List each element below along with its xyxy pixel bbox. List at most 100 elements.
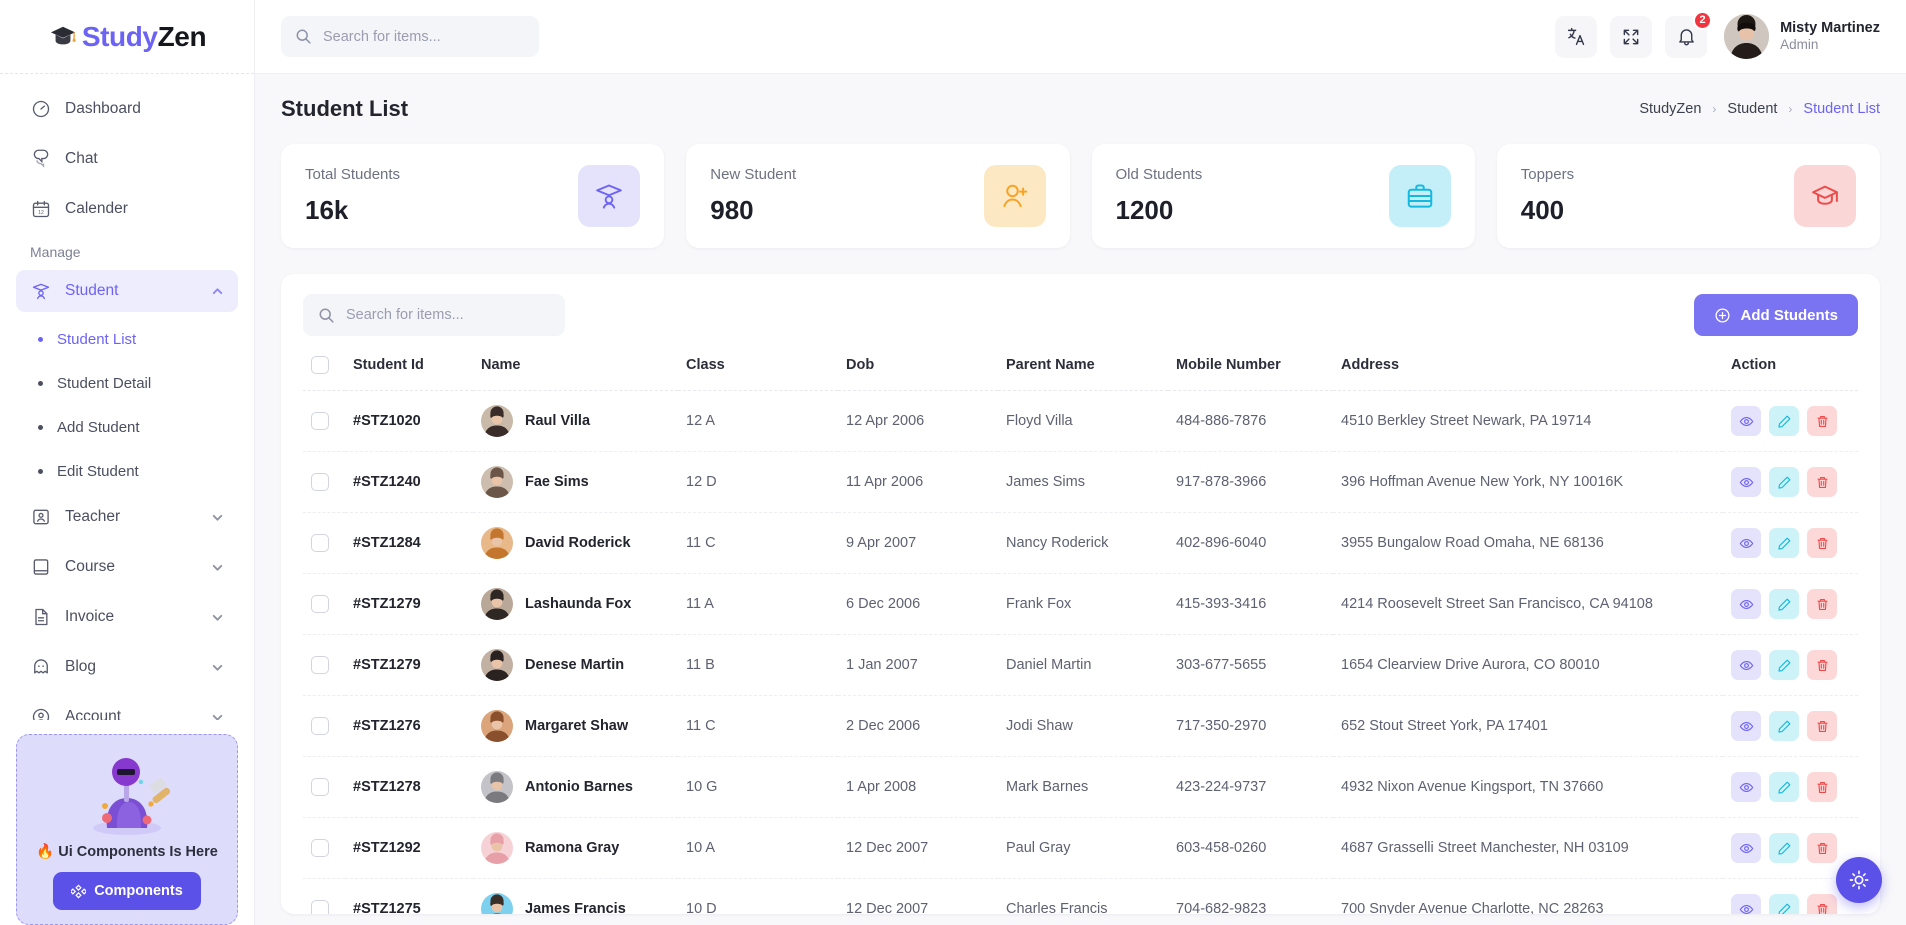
sidebar-subitem-add-student[interactable]: Add Student <box>16 408 238 446</box>
column-header-dob[interactable]: Dob <box>838 356 998 391</box>
stat-card-new-student: New Student 980 <box>686 144 1070 248</box>
notifications-button[interactable]: 2 <box>1665 10 1713 58</box>
delete-button[interactable] <box>1807 406 1837 436</box>
cell-student-id: #STZ1020 <box>345 390 473 452</box>
edit-button[interactable] <box>1769 833 1799 863</box>
edit-button[interactable] <box>1769 772 1799 802</box>
edit-button[interactable] <box>1769 406 1799 436</box>
cell-mobile-number: 303-677-5655 <box>1168 634 1333 696</box>
cell-class: 10 A <box>678 817 838 879</box>
view-button[interactable] <box>1731 772 1761 802</box>
row-checkbox[interactable] <box>311 473 329 491</box>
row-checkbox[interactable] <box>311 778 329 796</box>
row-checkbox[interactable] <box>311 656 329 674</box>
sidebar-item-course[interactable]: Course <box>16 546 238 588</box>
delete-button[interactable] <box>1807 589 1837 619</box>
sidebar-subitem-student-list[interactable]: Student List <box>16 320 238 358</box>
eye-icon <box>1739 477 1753 487</box>
components-button[interactable]: Components <box>53 872 201 910</box>
view-button[interactable] <box>1731 467 1761 497</box>
table-search-input[interactable]: Search for items... <box>303 294 565 336</box>
edit-button[interactable] <box>1769 650 1799 680</box>
sidebar-subitem-student-detail[interactable]: Student Detail <box>16 364 238 402</box>
delete-button[interactable] <box>1807 711 1837 741</box>
row-checkbox[interactable] <box>311 717 329 735</box>
sun-theme-icon <box>1849 870 1869 890</box>
row-checkbox[interactable] <box>311 595 329 613</box>
stat-label: New Student <box>710 166 797 183</box>
cell-dob: 9 Apr 2007 <box>838 512 998 574</box>
pencil-icon <box>1777 537 1790 550</box>
pencil-icon <box>1777 598 1790 611</box>
student-table: Student Id Name Class Dob Parent Name Mo… <box>303 356 1858 914</box>
pencil-icon <box>1777 842 1790 855</box>
row-select-cell <box>303 756 345 818</box>
edit-button[interactable] <box>1769 894 1799 914</box>
breadcrumb-item-home[interactable]: StudyZen <box>1639 101 1701 117</box>
row-checkbox[interactable] <box>311 900 329 914</box>
logo-container[interactable]: StudyZen <box>0 0 254 74</box>
delete-button[interactable] <box>1807 650 1837 680</box>
column-header-address[interactable]: Address <box>1333 356 1723 391</box>
delete-button[interactable] <box>1807 528 1837 558</box>
column-header-parent-name[interactable]: Parent Name <box>998 356 1168 391</box>
sidebar-item-blog[interactable]: Blog <box>16 646 238 688</box>
view-button[interactable] <box>1731 711 1761 741</box>
delete-button[interactable] <box>1807 833 1837 863</box>
edit-button[interactable] <box>1769 467 1799 497</box>
fullscreen-button[interactable] <box>1610 15 1653 58</box>
row-checkbox[interactable] <box>311 412 329 430</box>
delete-button[interactable] <box>1807 894 1837 914</box>
edit-button[interactable] <box>1769 711 1799 741</box>
theme-toggle-button[interactable] <box>1836 857 1882 903</box>
cell-address: 3955 Bungalow Road Omaha, NE 68136 <box>1333 512 1723 574</box>
column-header-name[interactable]: Name <box>473 356 678 391</box>
brand-logo[interactable]: StudyZen <box>48 21 207 53</box>
user-menu[interactable]: Misty Martinez Admin <box>1724 14 1880 59</box>
column-header-class[interactable]: Class <box>678 356 838 391</box>
delete-button[interactable] <box>1807 772 1837 802</box>
language-translate-button[interactable] <box>1555 15 1598 58</box>
column-header-mobile-number[interactable]: Mobile Number <box>1168 356 1333 391</box>
sidebar-subitem-edit-student[interactable]: Edit Student <box>16 452 238 490</box>
eye-icon <box>1739 660 1753 670</box>
cell-student-id: #STZ1275 <box>345 878 473 914</box>
sidebar-item-account[interactable]: Account <box>16 696 238 720</box>
table-row: #STZ1020 Raul Villa 12 A 12 Apr 2006 Flo… <box>303 390 1858 452</box>
cell-dob: 12 Dec 2007 <box>838 817 998 879</box>
select-all-checkbox[interactable] <box>311 356 329 374</box>
view-button[interactable] <box>1731 833 1761 863</box>
global-search-input[interactable]: Search for items... <box>281 16 539 57</box>
view-button[interactable] <box>1731 528 1761 558</box>
view-button[interactable] <box>1731 650 1761 680</box>
row-checkbox[interactable] <box>311 534 329 552</box>
trash-icon <box>1817 781 1827 793</box>
view-button[interactable] <box>1731 589 1761 619</box>
delete-button[interactable] <box>1807 467 1837 497</box>
add-students-button[interactable]: Add Students <box>1693 294 1858 336</box>
table-toolbar: Search for items... Add Students <box>303 294 1858 336</box>
dashboard-gauge-icon <box>30 99 51 120</box>
sidebar-item-chat[interactable]: Chat <box>16 138 238 180</box>
view-button[interactable] <box>1731 894 1761 914</box>
column-header-student-id[interactable]: Student Id <box>345 356 473 391</box>
promo-illustration <box>27 747 227 841</box>
sidebar-item-teacher[interactable]: Teacher <box>16 496 238 538</box>
sidebar-item-dashboard[interactable]: Dashboard <box>16 88 238 130</box>
sidebar-item-label: Course <box>65 558 115 575</box>
cell-class: 11 C <box>678 512 838 574</box>
sidebar-item-label: Student <box>65 282 119 299</box>
breadcrumb-item-student[interactable]: Student <box>1727 101 1777 117</box>
stat-label: Total Students <box>305 166 401 183</box>
sidebar-item-invoice[interactable]: Invoice <box>16 596 238 638</box>
view-button[interactable] <box>1731 406 1761 436</box>
edit-button[interactable] <box>1769 589 1799 619</box>
sidebar-item-calender[interactable]: 12 Calender <box>16 188 238 230</box>
edit-button[interactable] <box>1769 528 1799 558</box>
row-checkbox[interactable] <box>311 839 329 857</box>
bullet-dot-icon <box>38 468 43 474</box>
translate-icon <box>1567 27 1584 46</box>
chevron-down-icon <box>212 564 223 571</box>
cell-class: 10 D <box>678 878 838 914</box>
sidebar-item-student[interactable]: Student <box>16 270 238 312</box>
